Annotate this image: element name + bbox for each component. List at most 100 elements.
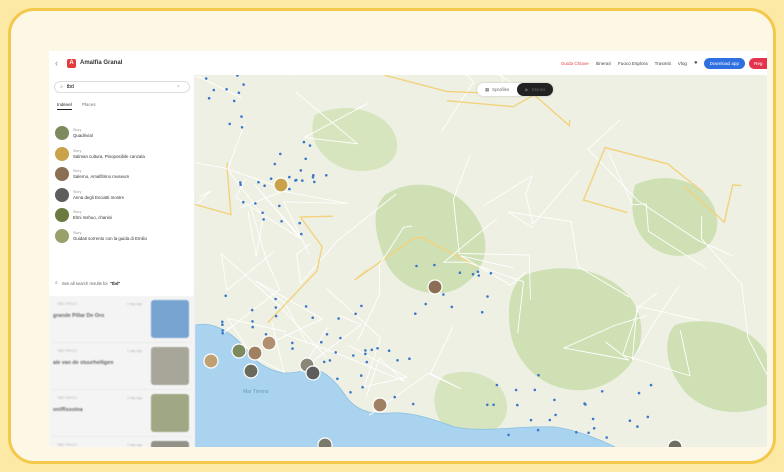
user-icon[interactable]: ● [694,60,698,66]
location-marker[interactable] [649,383,653,387]
location-marker[interactable] [313,180,316,184]
location-marker[interactable] [349,391,352,394]
location-marker[interactable] [298,221,301,225]
story-card[interactable]: TBD TIPICO 1 day ago ale van de stuurheili… [51,343,193,390]
location-marker[interactable] [583,402,586,405]
location-marker[interactable] [221,323,224,326]
location-marker[interactable] [554,413,557,417]
location-marker[interactable] [533,388,537,392]
search-result-item[interactable]: Story Anna degli Enciatti mostre [55,185,191,206]
location-marker[interactable] [486,295,489,298]
location-marker[interactable] [408,357,411,361]
location-marker[interactable] [299,169,303,172]
location-marker[interactable] [376,347,379,350]
location-marker[interactable] [237,91,241,95]
location-marker[interactable] [232,99,236,103]
location-marker[interactable] [337,317,340,320]
photo-marker[interactable] [305,365,321,381]
location-marker[interactable] [387,349,391,353]
location-marker[interactable] [224,294,227,298]
location-marker[interactable] [239,183,242,186]
search-box[interactable]: ⌕ × [54,81,190,93]
map-canvas[interactable]: Mar Tirreno [195,75,767,447]
location-marker[interactable] [221,320,224,324]
location-marker[interactable] [411,402,415,406]
story-card[interactable]: TBD TIPICO 1 day ago oniffissoina [51,390,193,437]
location-marker[interactable] [628,419,632,423]
tab-places[interactable]: Places [82,102,96,110]
location-marker[interactable] [339,336,342,340]
search-result-item[interactable]: Story Elmi Isshuo, chanini [55,205,191,226]
location-marker[interactable] [536,428,540,432]
location-marker[interactable] [361,385,364,389]
location-marker[interactable] [354,312,357,316]
nav-item-esplora[interactable]: Fuoco Esplora [618,61,648,66]
location-marker[interactable] [591,417,595,421]
location-marker[interactable] [322,360,326,364]
location-marker[interactable] [325,333,329,336]
photo-marker[interactable] [231,343,247,359]
see-all-results-link[interactable]: ⌕ See all search results for "tbd" [55,280,120,286]
location-marker[interactable] [477,274,481,277]
location-marker[interactable] [489,271,493,275]
location-marker[interactable] [396,359,399,362]
location-marker[interactable] [279,152,282,156]
story-card[interactable]: TBD TIPICO 1 day ago grande Pillar De Oro [51,296,193,343]
location-marker[interactable] [514,388,518,392]
location-marker[interactable] [529,418,533,422]
location-marker[interactable] [492,403,495,407]
location-marker[interactable] [274,314,278,318]
toggle-profiles[interactable]: ▦ Sprofiles [477,83,517,96]
location-marker[interactable] [251,320,254,323]
location-marker[interactable] [365,360,369,364]
location-marker[interactable] [291,347,294,350]
location-marker[interactable] [312,174,315,177]
location-marker[interactable] [269,177,273,180]
location-marker[interactable] [370,348,374,352]
location-marker[interactable] [393,395,396,399]
location-marker[interactable] [471,272,475,276]
location-marker[interactable] [433,263,436,267]
location-marker[interactable] [537,373,540,377]
brand-logo[interactable]: A [67,58,76,68]
search-result-item[interactable]: Story Salman cultura, Pinoposibile canzal… [55,144,191,165]
location-marker[interactable] [228,122,231,126]
location-marker[interactable] [204,77,208,80]
location-marker[interactable] [250,308,254,312]
location-marker[interactable] [334,351,337,354]
location-marker[interactable] [240,126,244,129]
location-marker[interactable] [516,403,519,407]
location-marker[interactable] [239,181,242,184]
location-marker[interactable] [442,293,445,296]
location-marker[interactable] [264,333,268,336]
location-marker[interactable] [600,390,604,393]
location-marker[interactable] [637,391,641,395]
location-marker[interactable] [304,157,307,161]
location-marker[interactable] [221,329,224,332]
location-marker[interactable] [352,354,355,357]
search-result-item[interactable]: Story Guidati sorrento con la guida di Em… [55,226,191,247]
location-marker[interactable] [240,115,243,118]
location-marker[interactable] [415,264,418,268]
location-marker[interactable] [325,174,328,177]
chevron-left-icon[interactable]: ‹ [55,58,67,68]
location-marker[interactable] [587,431,590,435]
photo-marker[interactable] [427,279,443,295]
nav-item-itinerari[interactable]: Itinerari [596,61,611,66]
story-card[interactable]: TBD TIPICO1 day agoMICOL_RAMI [51,437,193,447]
view-toggle[interactable]: ▦ Sprofiles ▶ Stories [477,83,554,96]
location-marker[interactable] [274,297,277,301]
location-marker[interactable] [424,302,427,306]
toggle-stories[interactable]: ▶ Stories [517,83,554,96]
location-marker[interactable] [480,310,484,314]
location-marker[interactable] [476,270,480,273]
location-marker[interactable] [486,403,489,407]
location-marker[interactable] [364,352,367,356]
location-marker[interactable] [360,304,363,308]
photo-marker[interactable] [261,335,277,351]
location-marker[interactable] [262,218,265,221]
photo-marker[interactable] [247,345,263,361]
location-marker[interactable] [291,341,294,345]
search-result-item[interactable]: Story Quadrivial [55,123,191,144]
location-marker[interactable] [495,383,499,387]
